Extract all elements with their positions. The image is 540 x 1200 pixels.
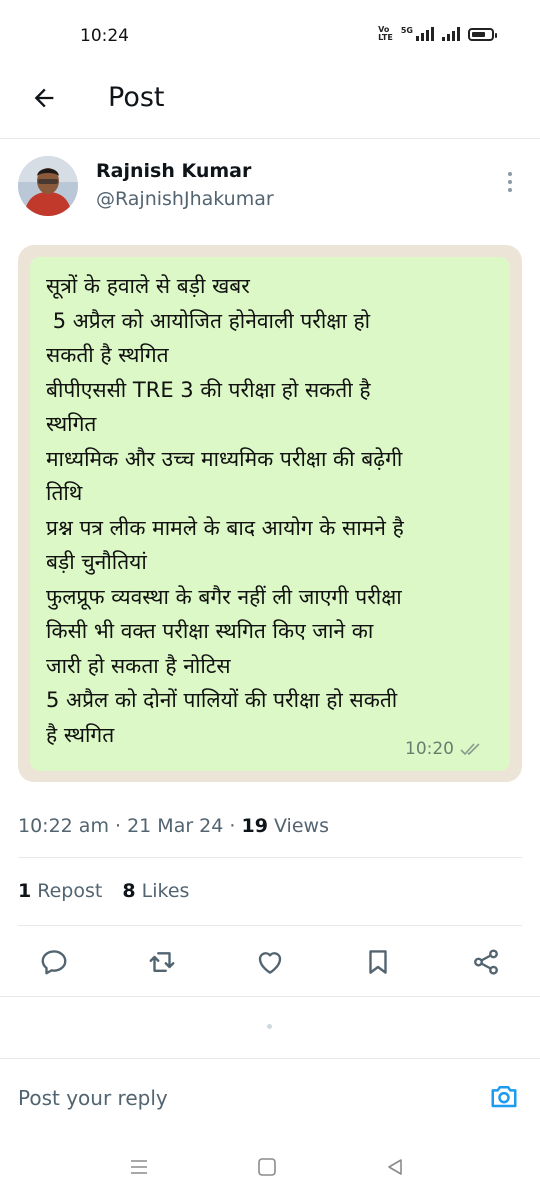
loading-indicator <box>267 1024 272 1029</box>
post-meta: 10:22 am · 21 Mar 24 · 19 Views <box>18 815 329 837</box>
reposts-stat[interactable]: 1 Repost <box>18 880 102 902</box>
meta-separator: · <box>223 815 242 837</box>
likes-stat[interactable]: 8 Likes <box>122 880 189 902</box>
camera-button[interactable] <box>486 1078 522 1114</box>
camera-icon <box>491 1086 517 1108</box>
replies-divider <box>0 1058 540 1059</box>
more-dot-icon <box>508 180 512 184</box>
chat-bubble: सूत्रों के हवाले से बड़ी खबर 5 अप्रैल को… <box>30 257 510 771</box>
back-triangle-icon <box>388 1159 402 1175</box>
like-icon <box>258 952 282 974</box>
battery-icon <box>468 27 497 41</box>
reposts-label: Repost <box>31 880 103 902</box>
post-date: 21 Mar 24 <box>127 815 224 837</box>
views-count: 19 <box>241 815 268 837</box>
back-button[interactable] <box>26 80 62 116</box>
author-handle[interactable]: @RajnishJhakumar <box>96 188 274 210</box>
reply-input[interactable] <box>18 1080 458 1116</box>
post-media-image[interactable]: सूत्रों के हवाले से बड़ी खबर 5 अप्रैल को… <box>18 245 522 782</box>
more-options-button[interactable] <box>500 168 520 196</box>
header-divider <box>0 138 540 139</box>
like-button[interactable] <box>250 942 290 982</box>
repost-icon <box>149 952 175 972</box>
arrow-left-icon <box>34 88 54 108</box>
bookmark-button[interactable] <box>358 942 398 982</box>
meta-divider <box>18 857 522 858</box>
double-check-icon <box>460 743 480 756</box>
avatar[interactable] <box>18 156 78 216</box>
author-name[interactable]: Rajnish Kumar <box>96 160 251 182</box>
volte-icon: Vo LTE <box>378 25 393 42</box>
repost-button[interactable] <box>142 942 182 982</box>
home-button[interactable] <box>249 1152 285 1182</box>
share-button[interactable] <box>466 942 506 982</box>
menu-icon <box>131 1160 147 1174</box>
status-indicators: Vo LTE 5G <box>378 25 497 42</box>
views-label: Views <box>267 815 329 837</box>
status-time: 10:24 <box>80 26 129 46</box>
system-back-button[interactable] <box>377 1152 413 1182</box>
more-dot-icon <box>508 172 512 176</box>
avatar-photo <box>18 156 78 216</box>
reply-button[interactable] <box>34 942 74 982</box>
more-dot-icon <box>508 188 512 192</box>
message-time: 10:20 <box>405 739 454 759</box>
likes-count: 8 <box>122 880 136 902</box>
recent-apps-button[interactable] <box>121 1152 157 1182</box>
reply-icon <box>41 950 67 975</box>
likes-label: Likes <box>135 880 190 902</box>
message-text: सूत्रों के हवाले से बड़ी खबर 5 अप्रैल को… <box>46 274 404 747</box>
stats-divider <box>18 925 522 926</box>
reposts-count: 1 <box>18 880 32 902</box>
page-title: Post <box>108 82 165 113</box>
bookmark-icon <box>369 950 387 974</box>
post-time: 10:22 am <box>18 815 109 837</box>
share-icon <box>474 949 498 975</box>
post-stats: 1 Repost 8 Likes <box>18 880 189 902</box>
actions-divider <box>0 996 540 997</box>
signal-icon <box>442 27 460 41</box>
message-time-row: 10:20 <box>405 739 482 759</box>
home-square-icon <box>258 1158 276 1176</box>
meta-separator: · <box>108 815 128 837</box>
network-5g-signal-icon: 5G <box>401 27 434 41</box>
